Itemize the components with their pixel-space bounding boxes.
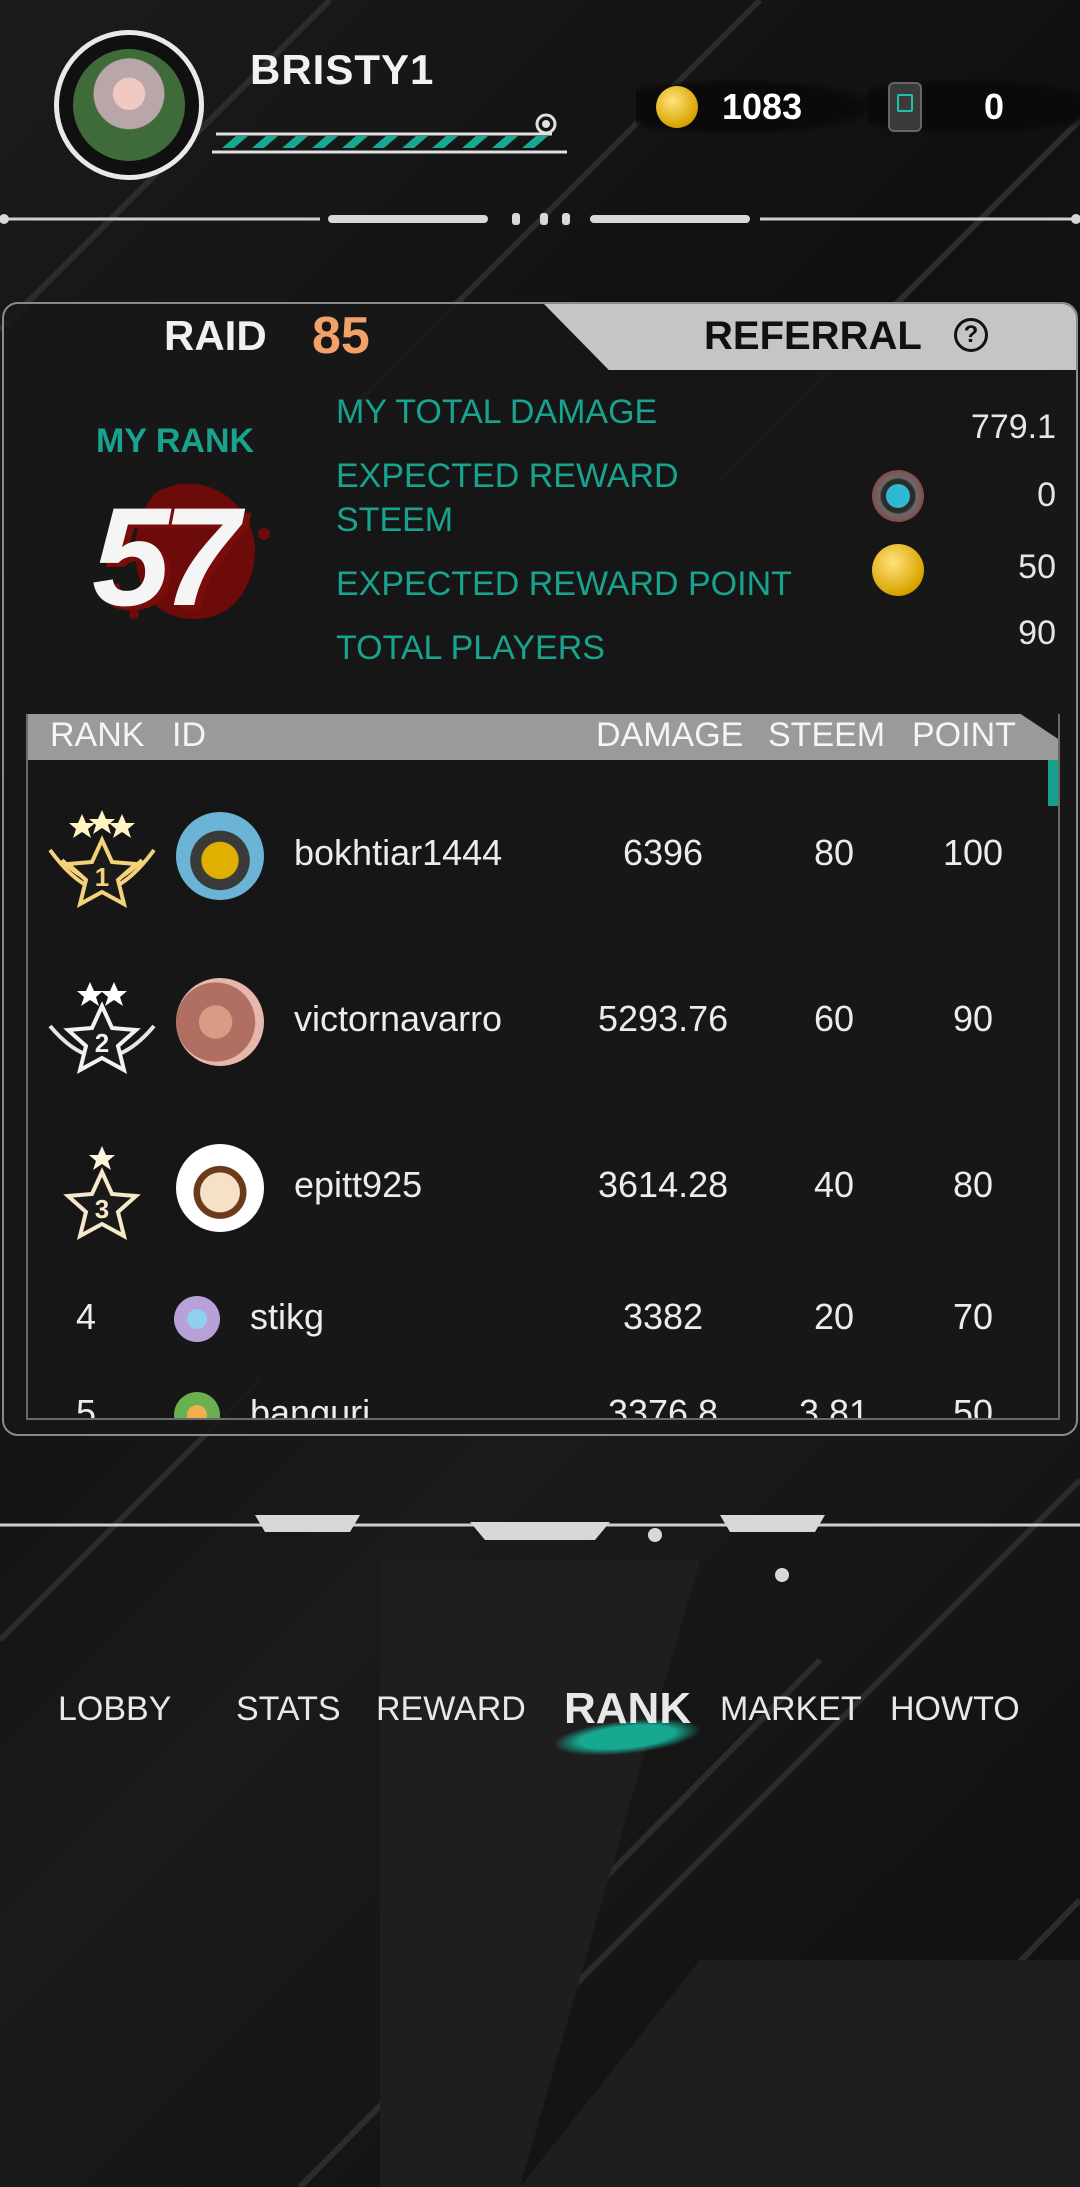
experience-bar	[212, 132, 567, 154]
row-damage: 3376.8	[607, 1392, 719, 1420]
avatar	[176, 978, 264, 1066]
nav-reward[interactable]: REWARD	[376, 1690, 526, 1729]
column-damage: DAMAGE	[596, 716, 744, 754]
nav-market[interactable]: MARKET	[720, 1690, 862, 1729]
nav-howto[interactable]: HOWTO	[890, 1690, 1020, 1729]
avatar	[176, 812, 264, 900]
row-rank: 5	[76, 1392, 97, 1420]
row-point: 90	[952, 998, 994, 1039]
bottom-nav: LOBBY STATS REWARD RANK MARKET HOWTO	[0, 1684, 1080, 1750]
my-rank-label: MY RANK	[96, 422, 255, 460]
row-id: banguri	[250, 1392, 371, 1420]
row-steem: 20	[813, 1296, 855, 1337]
row-point: 80	[952, 1164, 994, 1205]
rank-1-badge-number: 1	[95, 862, 109, 892]
xp-bar-end-icon	[535, 113, 557, 135]
row-steem: 60	[813, 998, 855, 1039]
ticket-balance: 0	[868, 78, 1080, 136]
username: BRISTY1	[250, 46, 435, 93]
row-damage: 3614.28	[598, 1164, 729, 1205]
table-row[interactable]: 1 bokhtiar1444 6396 80 100	[28, 796, 1058, 926]
row-damage: 5293.76	[598, 998, 729, 1039]
nav-stats[interactable]: STATS	[236, 1690, 341, 1729]
rank-2-badge-number: 2	[95, 1028, 109, 1058]
help-icon[interactable]: ?	[954, 318, 988, 352]
column-id: ID	[172, 716, 206, 754]
row-damage: 6396	[622, 832, 704, 873]
row-id: epitt925	[294, 1164, 423, 1205]
coin-icon	[656, 86, 698, 128]
row-id: victornavarro	[294, 998, 503, 1039]
stat-value-reward-point: 50	[1018, 548, 1056, 586]
column-point: POINT	[912, 716, 1016, 754]
row-steem: 80	[813, 832, 855, 873]
table-row[interactable]: 4 stikg 3382 20 70	[28, 1274, 1058, 1374]
stat-label-total-damage: MY TOTAL DAMAGE	[336, 393, 658, 431]
rank-2-badge-icon: 2	[48, 982, 156, 1074]
nav-lobby[interactable]: LOBBY	[58, 1690, 171, 1729]
raid-count: 85	[312, 307, 370, 365]
stat-value-reward-steem: 0	[1037, 476, 1056, 514]
rank-1-badge-icon: 1	[48, 810, 156, 908]
table-row[interactable]: 5 banguri 3376.8 3.81 50	[28, 1372, 1058, 1420]
rank-3-badge-icon: 3	[63, 1146, 141, 1240]
row-id: stikg	[250, 1296, 325, 1337]
row-id: bokhtiar1444	[294, 832, 503, 873]
avatar	[174, 1296, 220, 1342]
row-point: 70	[952, 1296, 994, 1337]
avatar	[174, 1392, 220, 1418]
tab-raid[interactable]: RAID	[164, 312, 267, 360]
nav-rank[interactable]: RANK	[564, 1684, 691, 1734]
ticket-icon	[888, 82, 922, 132]
row-point: 50	[952, 1392, 994, 1420]
stat-label-reward-point: EXPECTED REWARD POINT	[336, 565, 792, 603]
row-damage: 3382	[622, 1296, 704, 1337]
column-steem: STEEM	[768, 716, 886, 754]
ranking-table[interactable]: RANK ID DAMAGE STEEM POINT 1 bokhtiar144…	[26, 714, 1060, 1420]
rank-panel: RAID 85 REFERRAL ? MY RANK 57 MY TOTAL D…	[2, 302, 1078, 1436]
table-row[interactable]: 2 victornavarro 5293.76 60 90	[28, 962, 1058, 1092]
avatar-photo	[73, 49, 185, 161]
rank-3-badge-number: 3	[95, 1194, 109, 1224]
stat-value-total-players: 90	[1018, 614, 1056, 652]
profile-avatar[interactable]	[54, 30, 204, 180]
stat-label-total-players: TOTAL PLAYERS	[336, 629, 605, 667]
row-point: 100	[942, 832, 1004, 873]
column-rank: RANK	[50, 716, 145, 754]
row-rank: 4	[76, 1296, 97, 1337]
coin-balance: 1083	[636, 78, 886, 136]
tab-referral[interactable]: REFERRAL	[704, 314, 922, 359]
row-steem: 40	[813, 1164, 855, 1205]
point-coin-icon	[872, 544, 924, 596]
steem-icon	[872, 470, 924, 522]
ticket-count: 0	[984, 86, 1005, 127]
stat-label-reward-steem: EXPECTED REWARD STEEM	[336, 457, 679, 539]
my-rank-value: 57	[92, 478, 240, 635]
stat-value-total-damage: 779.1	[970, 408, 1056, 446]
avatar	[176, 1144, 264, 1232]
coin-count: 1083	[722, 86, 803, 127]
table-row[interactable]: 3 epitt925 3614.28 40 80	[28, 1128, 1058, 1258]
row-steem: 3.81	[798, 1392, 870, 1420]
